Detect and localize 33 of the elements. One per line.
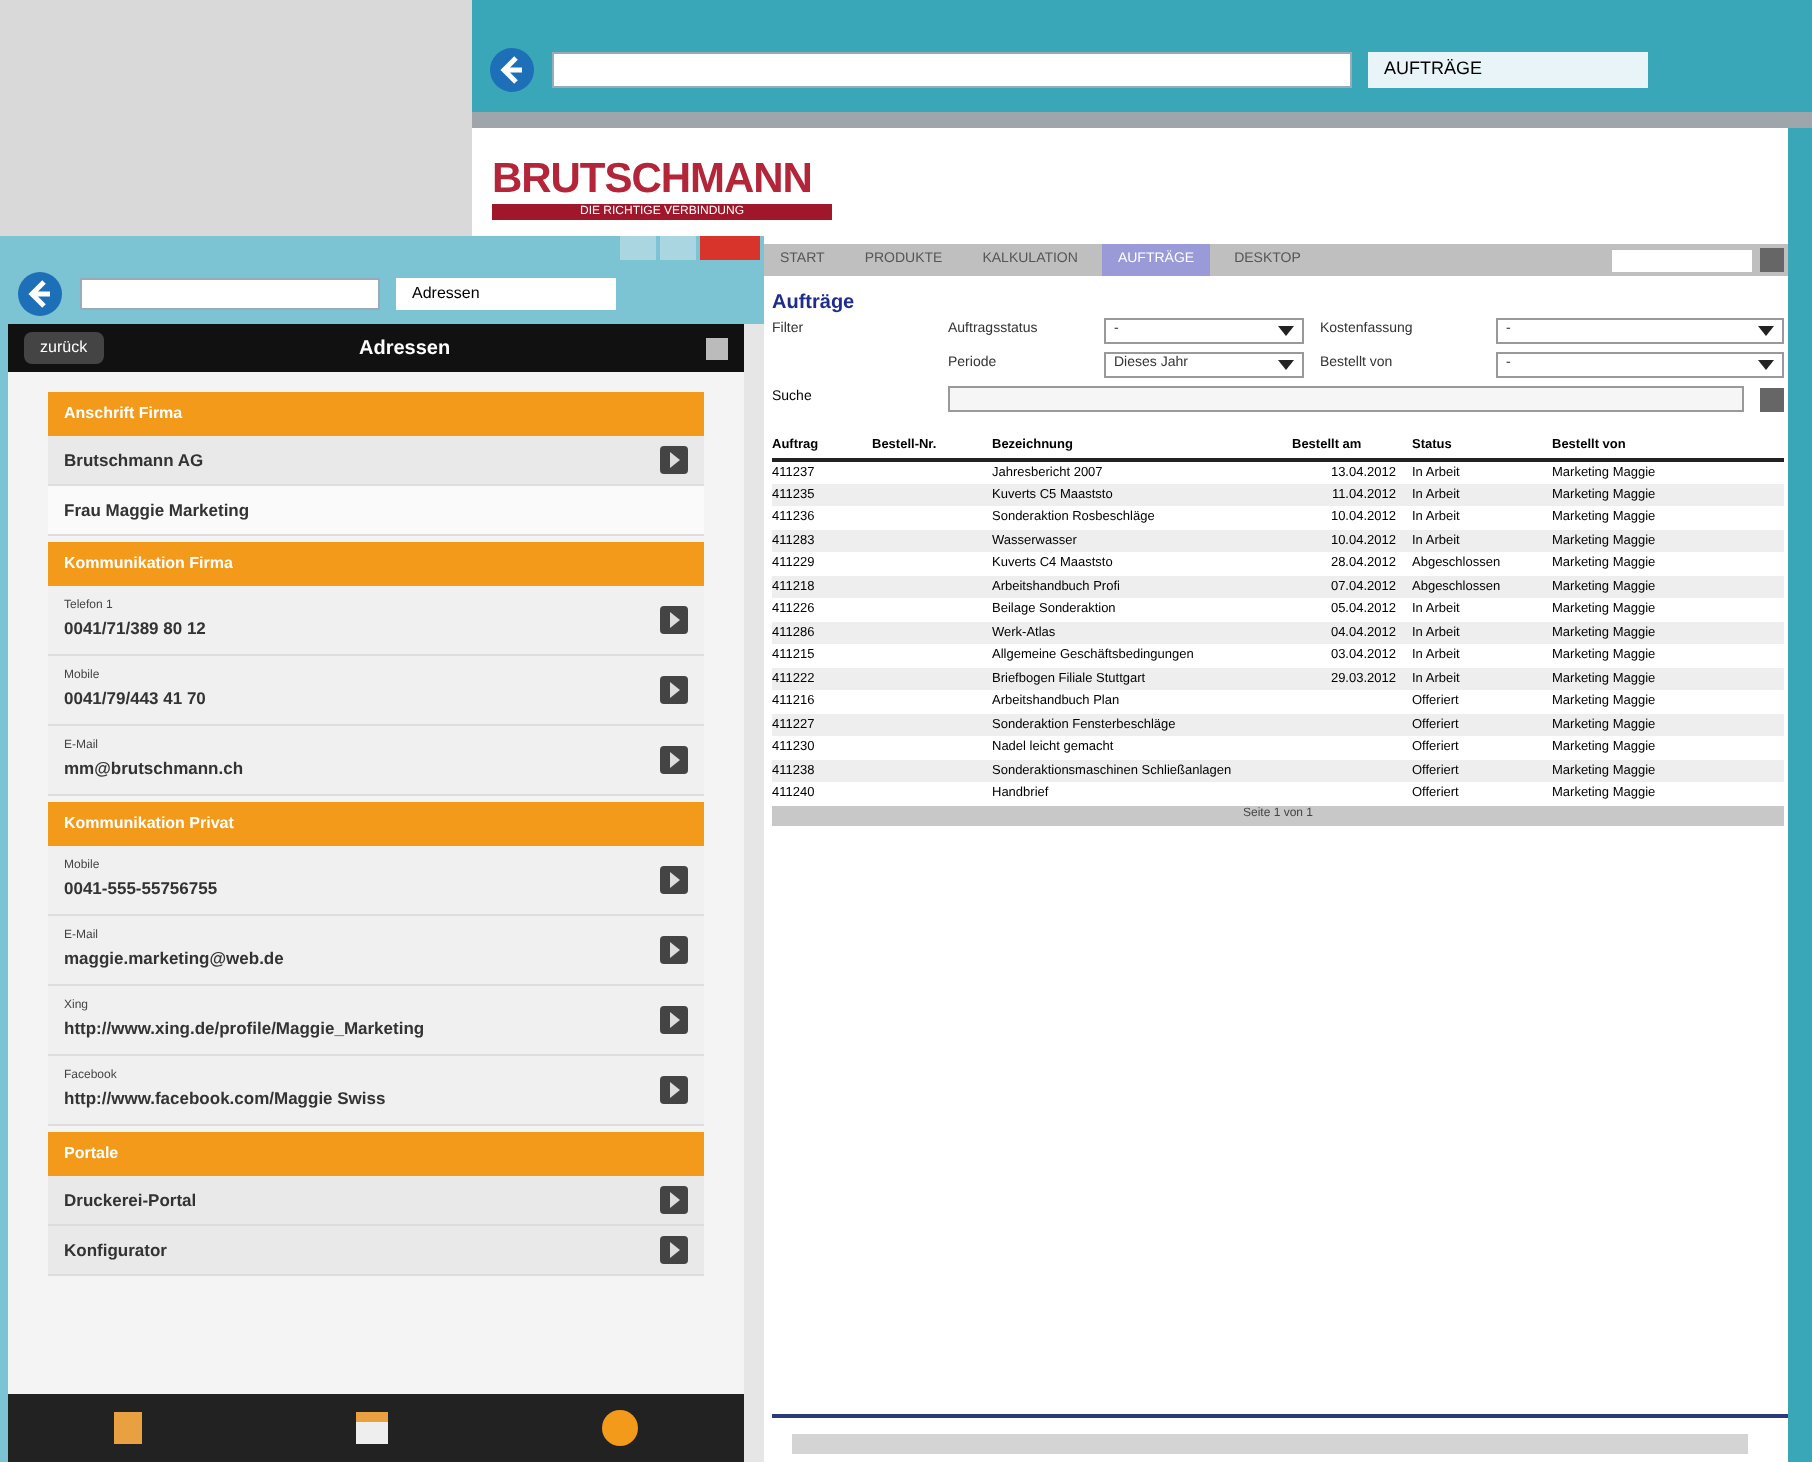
list-item-text: 0041-555-55756755 bbox=[64, 876, 220, 902]
list-item-text: http://www.facebook.com/Maggie Swiss bbox=[64, 1086, 388, 1112]
caret-icon bbox=[1758, 359, 1774, 371]
caret-icon bbox=[1758, 325, 1774, 337]
list-item-text: maggie.marketing@web.de bbox=[64, 946, 286, 972]
list-item-text: 0041/71/389 80 12 bbox=[64, 616, 208, 642]
search-button[interactable] bbox=[1760, 387, 1784, 411]
calendar-icon[interactable] bbox=[355, 1412, 388, 1444]
logo-text: BRUTSCHMANN bbox=[492, 156, 814, 204]
section-header: Kommunikation Privat bbox=[48, 802, 704, 846]
browser-tab[interactable]: AUFTRÄGE bbox=[1368, 52, 1648, 88]
horizontal-scrollbar[interactable] bbox=[792, 1434, 1748, 1454]
vertical-scrollbar[interactable] bbox=[744, 324, 764, 1462]
search-field[interactable] bbox=[948, 386, 1744, 412]
address-field[interactable] bbox=[552, 52, 1352, 88]
search-field[interactable] bbox=[1612, 249, 1752, 271]
section-header: Anschrift Firma bbox=[48, 392, 704, 436]
back-icon[interactable] bbox=[16, 270, 64, 318]
back-icon[interactable] bbox=[488, 46, 536, 94]
list-item-text: http://www.xing.de/profile/Maggie_Marketing bbox=[64, 1016, 427, 1042]
section-header: Kommunikation Firma bbox=[48, 542, 704, 586]
browser-tab[interactable]: Adressen bbox=[396, 278, 616, 310]
header-title: Adressen bbox=[356, 335, 453, 363]
list-item-text: 0041/79/443 41 70 bbox=[64, 686, 208, 712]
section-header: Portale bbox=[48, 1132, 704, 1176]
caret-icon bbox=[1278, 359, 1294, 371]
section-heading: Aufträge bbox=[772, 290, 857, 318]
list-item-text: mm@brutschmann.ch bbox=[64, 756, 246, 782]
phone-icon[interactable] bbox=[601, 1410, 638, 1446]
address-field[interactable] bbox=[80, 278, 380, 310]
back-button[interactable]: zurück bbox=[24, 332, 104, 364]
caret-icon bbox=[1278, 325, 1294, 337]
document-icon[interactable] bbox=[114, 1412, 143, 1444]
